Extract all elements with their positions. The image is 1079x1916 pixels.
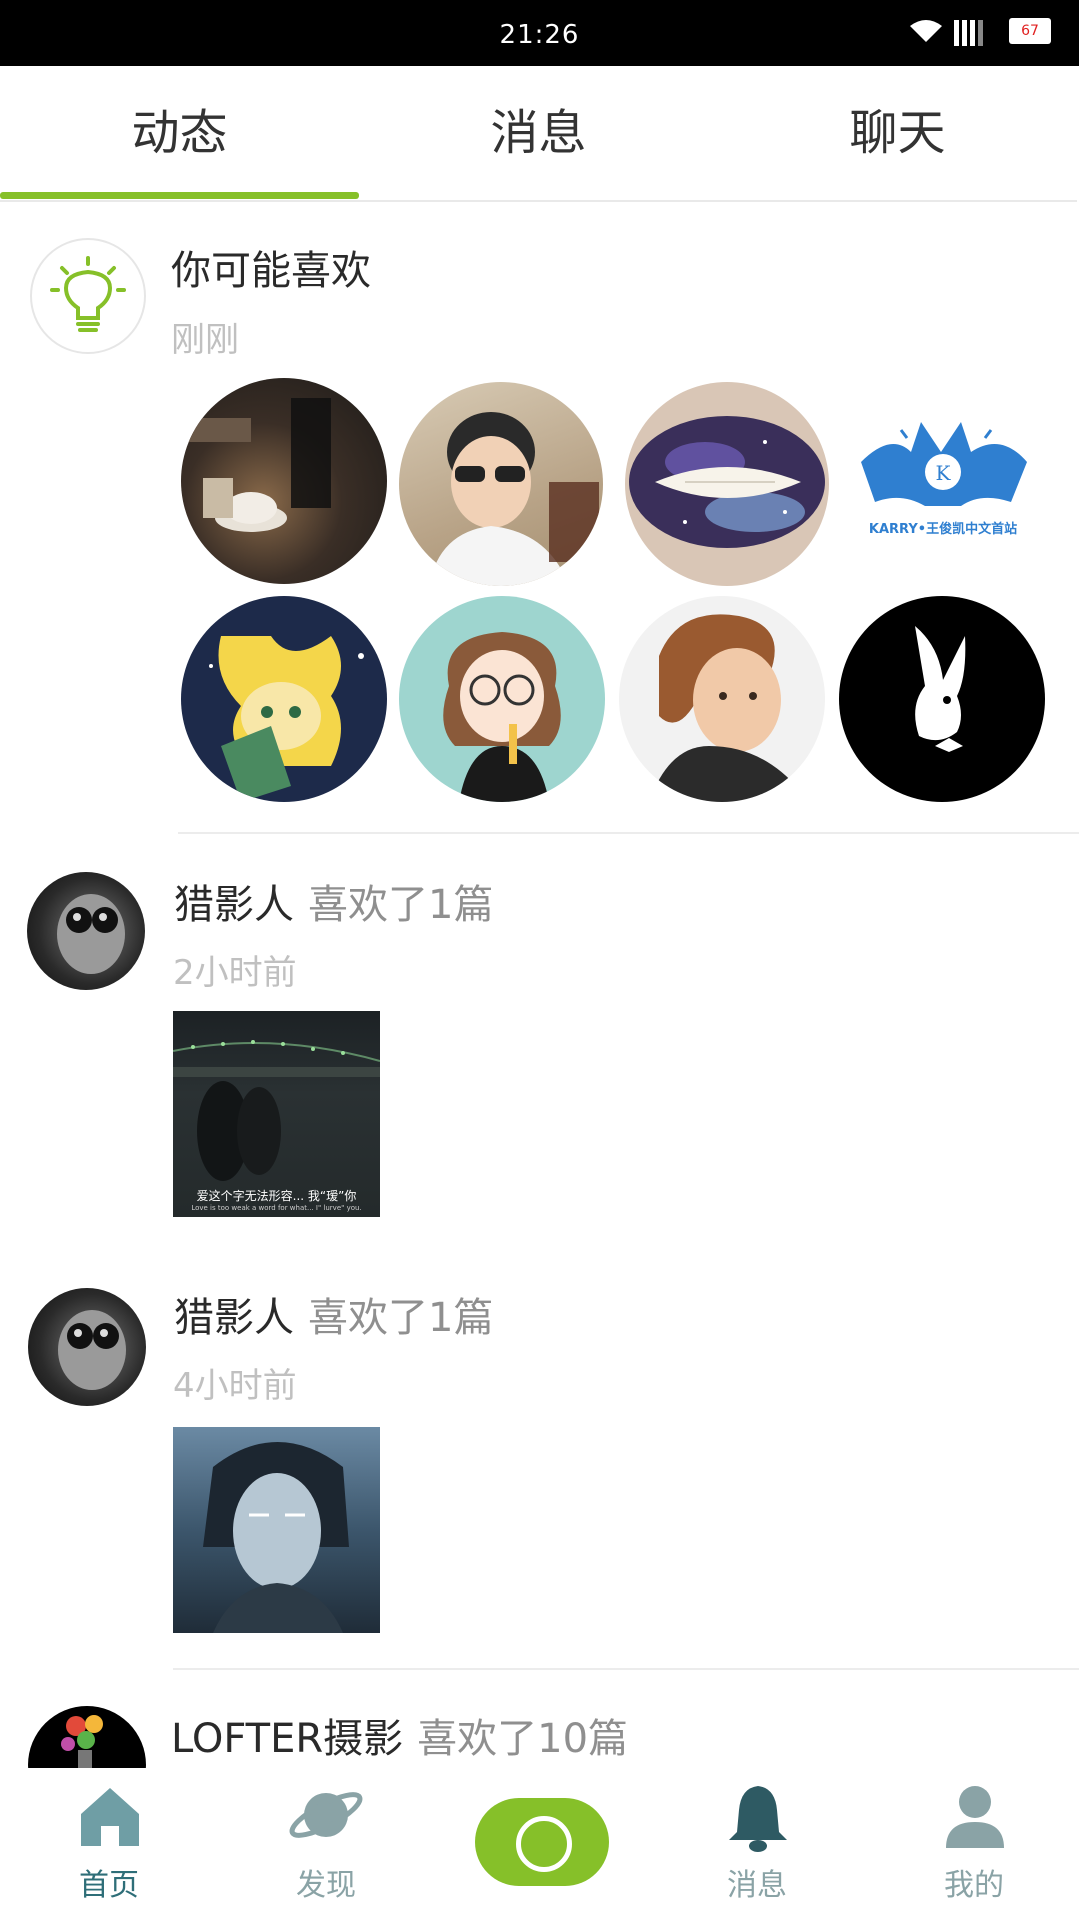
active-tab-indicator bbox=[0, 192, 359, 199]
status-bar: 21:26 67 bbox=[0, 0, 1079, 66]
section-divider bbox=[178, 832, 1079, 834]
nav-discover-label: 发现 bbox=[296, 1868, 356, 1903]
nav-home-label: 首页 bbox=[79, 1868, 139, 1903]
rec-avatar-5[interactable] bbox=[181, 596, 387, 802]
recommend-title: 你可能喜欢 bbox=[171, 248, 371, 294]
nav-discover[interactable]: 发现 bbox=[236, 1768, 416, 1916]
top-tabs: 动态 消息 聊天 bbox=[0, 66, 1077, 202]
karry-logo: K bbox=[861, 422, 1027, 506]
post-thumbnail[interactable]: 爱这个字无法形容... 我“瑷”你 Love is too weak a wor… bbox=[173, 1011, 380, 1217]
rec-avatar-1[interactable] bbox=[181, 378, 387, 584]
nav-me-label: 我的 bbox=[944, 1868, 1004, 1903]
nav-messages-label: 消息 bbox=[727, 1868, 787, 1903]
feed-divider bbox=[173, 1668, 1079, 1670]
wifi-icon bbox=[910, 20, 942, 42]
signal-icon bbox=[954, 20, 983, 46]
nav-me[interactable]: 我的 bbox=[884, 1768, 1064, 1916]
feed-user-name[interactable]: 猎影人 bbox=[174, 882, 294, 928]
lightbulb-avatar[interactable] bbox=[30, 238, 146, 354]
thumbnail-caption-en: Love is too weak a word for what... I" l… bbox=[191, 1204, 362, 1212]
bell-icon bbox=[729, 1786, 787, 1852]
bottom-nav: 首页 发现 消息 我的 bbox=[0, 1768, 1079, 1916]
rec-avatar-4[interactable]: K KARRY•王俊凯中文首站 bbox=[841, 382, 1045, 586]
recommend-time: 刚刚 bbox=[171, 320, 239, 360]
home-icon bbox=[81, 1788, 139, 1846]
feed-title: 猎影人 喜欢了1篇 bbox=[174, 1285, 493, 1343]
feed-action: 喜欢了10篇 bbox=[417, 1716, 629, 1762]
playboy-bunny-logo bbox=[915, 626, 966, 752]
feed-user-name[interactable]: LOFTER摄影 bbox=[171, 1716, 403, 1762]
rec-avatar-8[interactable] bbox=[839, 596, 1045, 802]
karry-logo-text: KARRY•王俊凯中文首站 bbox=[868, 522, 1018, 537]
rec-avatar-6[interactable] bbox=[399, 596, 605, 802]
thumbnail-caption: 爱这个字无法形容... 我“瑷”你 bbox=[196, 1189, 357, 1203]
battery-icon: 67 bbox=[1009, 18, 1051, 44]
svg-text:K: K bbox=[936, 461, 952, 485]
nav-home[interactable]: 首页 bbox=[19, 1768, 199, 1916]
feed-action: 喜欢了1篇 bbox=[308, 882, 494, 928]
feed-action: 喜欢了1篇 bbox=[308, 1295, 494, 1341]
planet-icon bbox=[289, 1792, 363, 1838]
feed-user-name[interactable]: 猎影人 bbox=[174, 1295, 294, 1341]
nav-messages[interactable]: 消息 bbox=[667, 1768, 847, 1916]
user-avatar[interactable] bbox=[28, 1288, 146, 1406]
feed-time: 2小时前 bbox=[173, 953, 297, 993]
lightbulb-icon bbox=[50, 256, 126, 332]
user-icon bbox=[946, 1786, 1004, 1848]
user-avatar[interactable] bbox=[27, 872, 145, 990]
tab-dynamic[interactable]: 动态 bbox=[0, 66, 359, 200]
tab-chat[interactable]: 聊天 bbox=[718, 66, 1077, 200]
publish-button[interactable] bbox=[475, 1798, 609, 1886]
battery-level: 67 bbox=[1021, 23, 1039, 39]
feed-time: 4小时前 bbox=[173, 1366, 297, 1406]
post-thumbnail[interactable] bbox=[173, 1427, 380, 1633]
rec-avatar-3[interactable] bbox=[625, 382, 829, 586]
rec-avatar-2[interactable] bbox=[399, 382, 603, 586]
rec-avatar-7[interactable] bbox=[619, 596, 825, 802]
feed-title: LOFTER摄影 喜欢了10篇 bbox=[171, 1706, 628, 1764]
publish-icon bbox=[516, 1816, 572, 1872]
feed-title: 猎影人 喜欢了1篇 bbox=[174, 872, 493, 930]
tab-messages[interactable]: 消息 bbox=[359, 66, 718, 200]
